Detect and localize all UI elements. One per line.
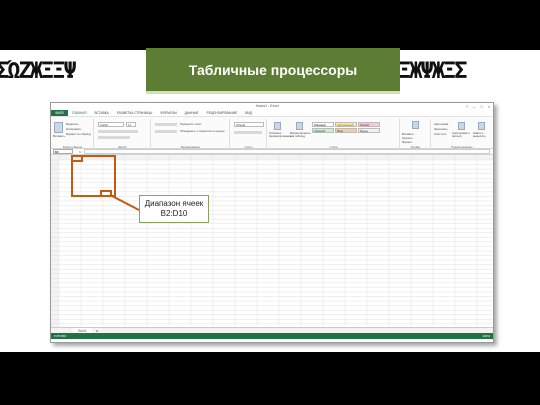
excel-titlebar: Книга1 - Excel ? – □ × <box>51 103 493 110</box>
callout-line-1: Диапазон ячеек <box>144 199 204 208</box>
tab-page-layout[interactable]: РАЗМЕТКА СТРАНИЦЫ <box>113 111 156 115</box>
format-as-table-icon[interactable] <box>296 122 303 130</box>
number-format-select[interactable]: Общий <box>234 122 264 127</box>
number-format-buttons[interactable] <box>234 131 262 134</box>
style-bad[interactable]: Плохой <box>358 122 380 127</box>
ribbon: Вставить Вырезать Копировать Формат по о… <box>51 116 493 149</box>
callout-line-2: B2:D10 <box>160 209 188 218</box>
add-sheet-icon[interactable]: ⊕ <box>96 329 99 333</box>
sheet-tab-1[interactable]: Лист1 <box>73 327 92 334</box>
group-label-clipboard: Буфер обмена <box>62 145 82 149</box>
range-end-marker <box>100 190 112 197</box>
group-editing: Автосумма Заполнить Очистить Сортировка … <box>432 119 492 149</box>
decorative-glyphs-right: ΞЖΨЖΞΣ <box>398 59 467 84</box>
font-formatting-buttons[interactable] <box>98 130 138 133</box>
autosum-button[interactable]: Автосумма <box>434 122 448 126</box>
status-bar: ГОТОВО 100% <box>51 333 493 339</box>
tab-formulas[interactable]: ФОРМУЛЫ <box>156 111 180 115</box>
font-size-select[interactable]: 11 <box>126 122 136 127</box>
group-label-editing: Редактирование <box>451 145 473 149</box>
slide: ΣΏΖЖΞΞΨ ΞЖΨЖΞΣ Табличные процессоры Книг… <box>0 0 540 405</box>
formula-input[interactable] <box>84 149 490 154</box>
tab-insert[interactable]: ВСТАВКА <box>91 111 113 115</box>
cut-button[interactable]: Вырезать <box>66 122 78 126</box>
copy-button[interactable]: Копировать <box>66 127 81 131</box>
conditional-format-icon[interactable] <box>274 122 281 130</box>
tab-review[interactable]: РЕЦЕНЗИРОВАНИЕ <box>203 111 242 115</box>
column-header-strip <box>51 155 493 160</box>
range-start-marker <box>71 155 83 162</box>
tab-home[interactable]: ГЛАВНАЯ <box>68 111 91 115</box>
format-painter-button[interactable]: Формат по образцу <box>66 132 91 136</box>
wrap-text-button[interactable]: Перенести текст <box>180 122 202 126</box>
group-label-alignment: Выравнивание <box>180 145 201 149</box>
cells-icon[interactable] <box>412 121 419 129</box>
top-black-bar <box>0 0 540 50</box>
conditional-format-button[interactable]: Условное форматирование <box>269 131 291 138</box>
group-styles: Условное форматирование Форматировать ка… <box>268 119 400 149</box>
group-clipboard: Вставить Вырезать Копировать Формат по о… <box>52 119 94 149</box>
help-icon[interactable]: ? <box>466 104 468 109</box>
slide-title: Табличные процессоры <box>188 61 358 78</box>
window-title: Книга1 - Excel <box>256 104 279 108</box>
name-box[interactable]: B2 <box>53 149 73 154</box>
sort-filter-button[interactable]: Сортировка и фильтр <box>452 131 470 138</box>
range-callout: Диапазон ячеек B2:D10 <box>139 195 209 223</box>
fill-button[interactable]: Заполнить <box>434 127 448 131</box>
zoom-level[interactable]: 100% <box>482 334 490 338</box>
format-cells-button[interactable]: Формат <box>402 140 412 144</box>
group-label-styles: Стили <box>329 145 338 149</box>
group-alignment: Перенести текст Объединить и поместить в… <box>152 119 230 149</box>
maximize-icon[interactable]: □ <box>480 104 482 109</box>
grid-lines <box>51 155 493 327</box>
style-output[interactable]: Вывод <box>358 128 380 133</box>
group-number: Общий Число <box>231 119 267 149</box>
format-as-table-button[interactable]: Форматировать как таблицу <box>290 131 310 138</box>
group-label-font: Шрифт <box>117 145 128 149</box>
slide-title-box: Табличные процессоры <box>146 48 400 94</box>
style-input[interactable]: Ввод <box>335 128 357 133</box>
window-controls: ? – □ × <box>466 104 490 109</box>
tab-data[interactable]: ДАННЫЕ <box>181 111 203 115</box>
style-good[interactable]: Хороший <box>312 128 334 133</box>
find-select-icon[interactable] <box>478 122 485 130</box>
minimize-icon[interactable]: – <box>473 104 475 109</box>
paste-icon[interactable] <box>54 122 63 133</box>
style-normal[interactable]: Обычный <box>312 122 334 127</box>
font-name-select[interactable]: Calibri <box>98 122 124 127</box>
status-text: ГОТОВО <box>54 334 67 338</box>
decorative-glyphs-left: ΣΏΖЖΞΞΨ <box>0 59 77 84</box>
style-neutral[interactable]: Нейтральный <box>335 122 357 127</box>
excel-window: Книга1 - Excel ? – □ × ФАЙЛ ГЛАВНАЯ ВСТА… <box>50 102 494 343</box>
tab-view[interactable]: ВИД <box>241 111 256 115</box>
group-cells: Вставить Удалить Формат Ячейки <box>401 119 431 149</box>
alignment-buttons-bottom[interactable] <box>155 130 177 133</box>
bottom-black-bar <box>0 352 540 405</box>
paste-button[interactable]: Вставить <box>53 134 65 138</box>
merge-center-button[interactable]: Объединить и поместить в центре <box>180 129 225 133</box>
group-font: Calibri 11 Шрифт <box>95 119 151 149</box>
worksheet-grid[interactable] <box>51 155 493 327</box>
group-label-number: Число <box>244 145 253 149</box>
sort-filter-icon[interactable] <box>458 122 465 130</box>
fx-icon[interactable]: fx <box>79 150 81 154</box>
clear-button[interactable]: Очистить <box>434 132 446 136</box>
find-select-button[interactable]: Найти и выделить <box>473 131 491 138</box>
group-label-cells: Ячейки <box>410 145 421 149</box>
alignment-buttons-top[interactable] <box>155 123 177 126</box>
border-fill-buttons[interactable] <box>98 136 130 139</box>
close-icon[interactable]: × <box>488 104 490 109</box>
